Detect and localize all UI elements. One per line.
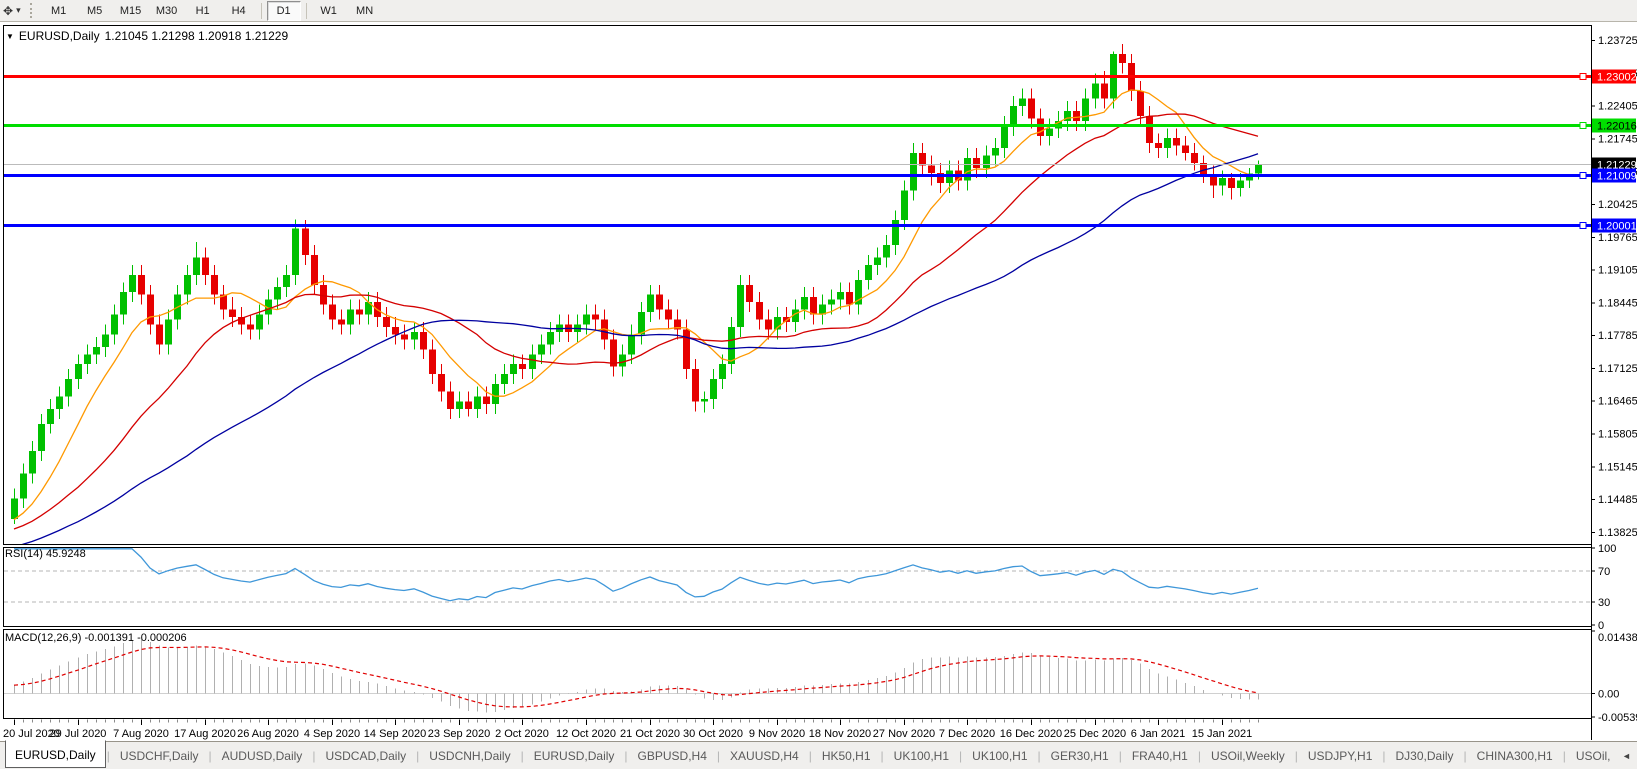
timeframe-button-d1[interactable]: D1 <box>267 1 301 21</box>
svg-text:0.00: 0.00 <box>1598 689 1619 701</box>
svg-text:1.16465: 1.16465 <box>1598 396 1637 408</box>
chart-cursor-tool[interactable]: ✥ ▾ <box>3 5 21 17</box>
svg-text:1.19105: 1.19105 <box>1598 265 1637 277</box>
tab-ger30-h1[interactable]: GER30,H1 <box>1042 745 1118 767</box>
tab-gbpusd-h4[interactable]: GBPUSD,H4 <box>629 745 716 767</box>
tab-hk50-h1[interactable]: HK50,H1 <box>813 745 880 767</box>
timeframe-button-m30[interactable]: M30 <box>150 1 184 21</box>
svg-text:1.20001: 1.20001 <box>1597 221 1637 233</box>
pane-borders <box>4 25 1592 740</box>
chevron-down-icon[interactable]: ▾ <box>16 5 21 16</box>
svg-text:29 Jul 2020: 29 Jul 2020 <box>50 728 107 740</box>
tab-china300-h1[interactable]: CHINA300,H1 <box>1468 745 1562 767</box>
svg-text:1.21009: 1.21009 <box>1597 171 1637 183</box>
tab-eurusd-daily[interactable]: EURUSD,Daily <box>525 745 624 767</box>
svg-text:25 Dec 2020: 25 Dec 2020 <box>1064 728 1126 740</box>
tab-usdchf-daily[interactable]: USDCHF,Daily <box>111 745 208 767</box>
svg-text:70: 70 <box>1598 566 1610 578</box>
svg-text:1.21745: 1.21745 <box>1598 133 1637 145</box>
tab-strip: EURUSD,Daily|USDCHF,Daily|AUDUSD,Daily|U… <box>5 744 1619 768</box>
svg-text:1.17785: 1.17785 <box>1598 330 1637 342</box>
chart-window: 1.237251.230651.224051.217451.210851.204… <box>0 22 1637 741</box>
svg-text:1.23725: 1.23725 <box>1598 35 1637 47</box>
tab-xauusd-h4[interactable]: XAUUSD,H4 <box>721 745 808 767</box>
svg-text:15 Jan 2021: 15 Jan 2021 <box>1192 728 1253 740</box>
svg-text:1.13825: 1.13825 <box>1598 527 1637 539</box>
price-chart-canvas[interactable]: 1.237251.230651.224051.217451.210851.204… <box>0 22 1637 741</box>
svg-text:1.15805: 1.15805 <box>1598 428 1637 440</box>
svg-text:9 Nov 2020: 9 Nov 2020 <box>749 728 805 740</box>
tab-usdjpy-h1[interactable]: USDJPY,H1 <box>1299 745 1381 767</box>
timeframe-button-mn[interactable]: MN <box>348 1 382 21</box>
svg-text:7 Dec 2020: 7 Dec 2020 <box>939 728 995 740</box>
svg-text:27 Nov 2020: 27 Nov 2020 <box>873 728 935 740</box>
timeframe-button-m5[interactable]: M5 <box>78 1 112 21</box>
tab-scroll-left-icon[interactable]: ◄ <box>1619 749 1633 763</box>
timeframe-button-m1[interactable]: M1 <box>42 1 76 21</box>
svg-text:30 Oct 2020: 30 Oct 2020 <box>683 728 743 740</box>
tab-usdcnh-daily[interactable]: USDCNH,Daily <box>420 745 519 767</box>
tab-usoil-weekly[interactable]: USOil,Weekly <box>1202 745 1294 767</box>
svg-text:1.20425: 1.20425 <box>1598 199 1637 211</box>
svg-text:100: 100 <box>1598 543 1616 555</box>
svg-text:1.17125: 1.17125 <box>1598 363 1637 375</box>
timeframe-button-m15[interactable]: M15 <box>114 1 148 21</box>
tab-dj30-daily[interactable]: DJ30,Daily <box>1387 745 1463 767</box>
svg-text:1.15145: 1.15145 <box>1598 461 1637 473</box>
svg-text:14 Sep 2020: 14 Sep 2020 <box>364 728 426 740</box>
timeframe-button-w1[interactable]: W1 <box>312 1 346 21</box>
svg-text:30: 30 <box>1598 597 1610 609</box>
chart-tab-bar: EURUSD,Daily|USDCHF,Daily|AUDUSD,Daily|U… <box>0 741 1637 769</box>
tab-eurusd-daily[interactable]: EURUSD,Daily <box>5 740 106 768</box>
svg-text:17 Aug 2020: 17 Aug 2020 <box>174 728 236 740</box>
svg-text:1.22405: 1.22405 <box>1598 101 1637 113</box>
svg-text:12 Oct 2020: 12 Oct 2020 <box>556 728 616 740</box>
toolbar-separator <box>261 3 262 19</box>
toolbar-separator <box>306 3 307 19</box>
toolbar: ✥ ▾ M1M5M15M30H1H4 D1 W1MN <box>0 0 1637 22</box>
svg-text:16 Dec 2020: 16 Dec 2020 <box>1000 728 1062 740</box>
svg-text:-0.005396: -0.005396 <box>1598 712 1637 724</box>
svg-text:1.19765: 1.19765 <box>1598 232 1637 244</box>
tab-fra40-h1[interactable]: FRA40,H1 <box>1123 745 1197 767</box>
svg-text:2 Oct 2020: 2 Oct 2020 <box>495 728 549 740</box>
svg-text:18 Nov 2020: 18 Nov 2020 <box>809 728 871 740</box>
timeframe-button-group: M1M5M15M30H1H4 D1 W1MN <box>41 1 383 21</box>
tab-uk100-h1[interactable]: UK100,H1 <box>885 745 958 767</box>
tab-usdcad-daily[interactable]: USDCAD,Daily <box>316 745 415 767</box>
tab-audusd-daily[interactable]: AUDUSD,Daily <box>213 745 312 767</box>
svg-text:1.23002: 1.23002 <box>1597 72 1637 84</box>
svg-text:21 Oct 2020: 21 Oct 2020 <box>620 728 680 740</box>
timeframe-button-h4[interactable]: H4 <box>222 1 256 21</box>
svg-text:1.14485: 1.14485 <box>1598 494 1637 506</box>
tab-uk100-h1[interactable]: UK100,H1 <box>963 745 1036 767</box>
svg-text:6 Jan 2021: 6 Jan 2021 <box>1131 728 1185 740</box>
move-cursor-icon: ✥ <box>3 5 13 17</box>
svg-text:0.014384: 0.014384 <box>1598 632 1637 644</box>
svg-text:26 Aug 2020: 26 Aug 2020 <box>237 728 299 740</box>
svg-text:0: 0 <box>1598 620 1604 632</box>
svg-text:4 Sep 2020: 4 Sep 2020 <box>304 728 360 740</box>
svg-text:23 Sep 2020: 23 Sep 2020 <box>428 728 490 740</box>
svg-text:1.22016: 1.22016 <box>1597 121 1637 133</box>
svg-text:7 Aug 2020: 7 Aug 2020 <box>113 728 169 740</box>
tab-usoil[interactable]: USOil, <box>1567 745 1620 767</box>
toolbar-grip <box>30 3 35 18</box>
tab-scroll-arrows: ◄ ► <box>1619 749 1637 763</box>
svg-text:1.18445: 1.18445 <box>1598 297 1637 309</box>
timeframe-button-h1[interactable]: H1 <box>186 1 220 21</box>
